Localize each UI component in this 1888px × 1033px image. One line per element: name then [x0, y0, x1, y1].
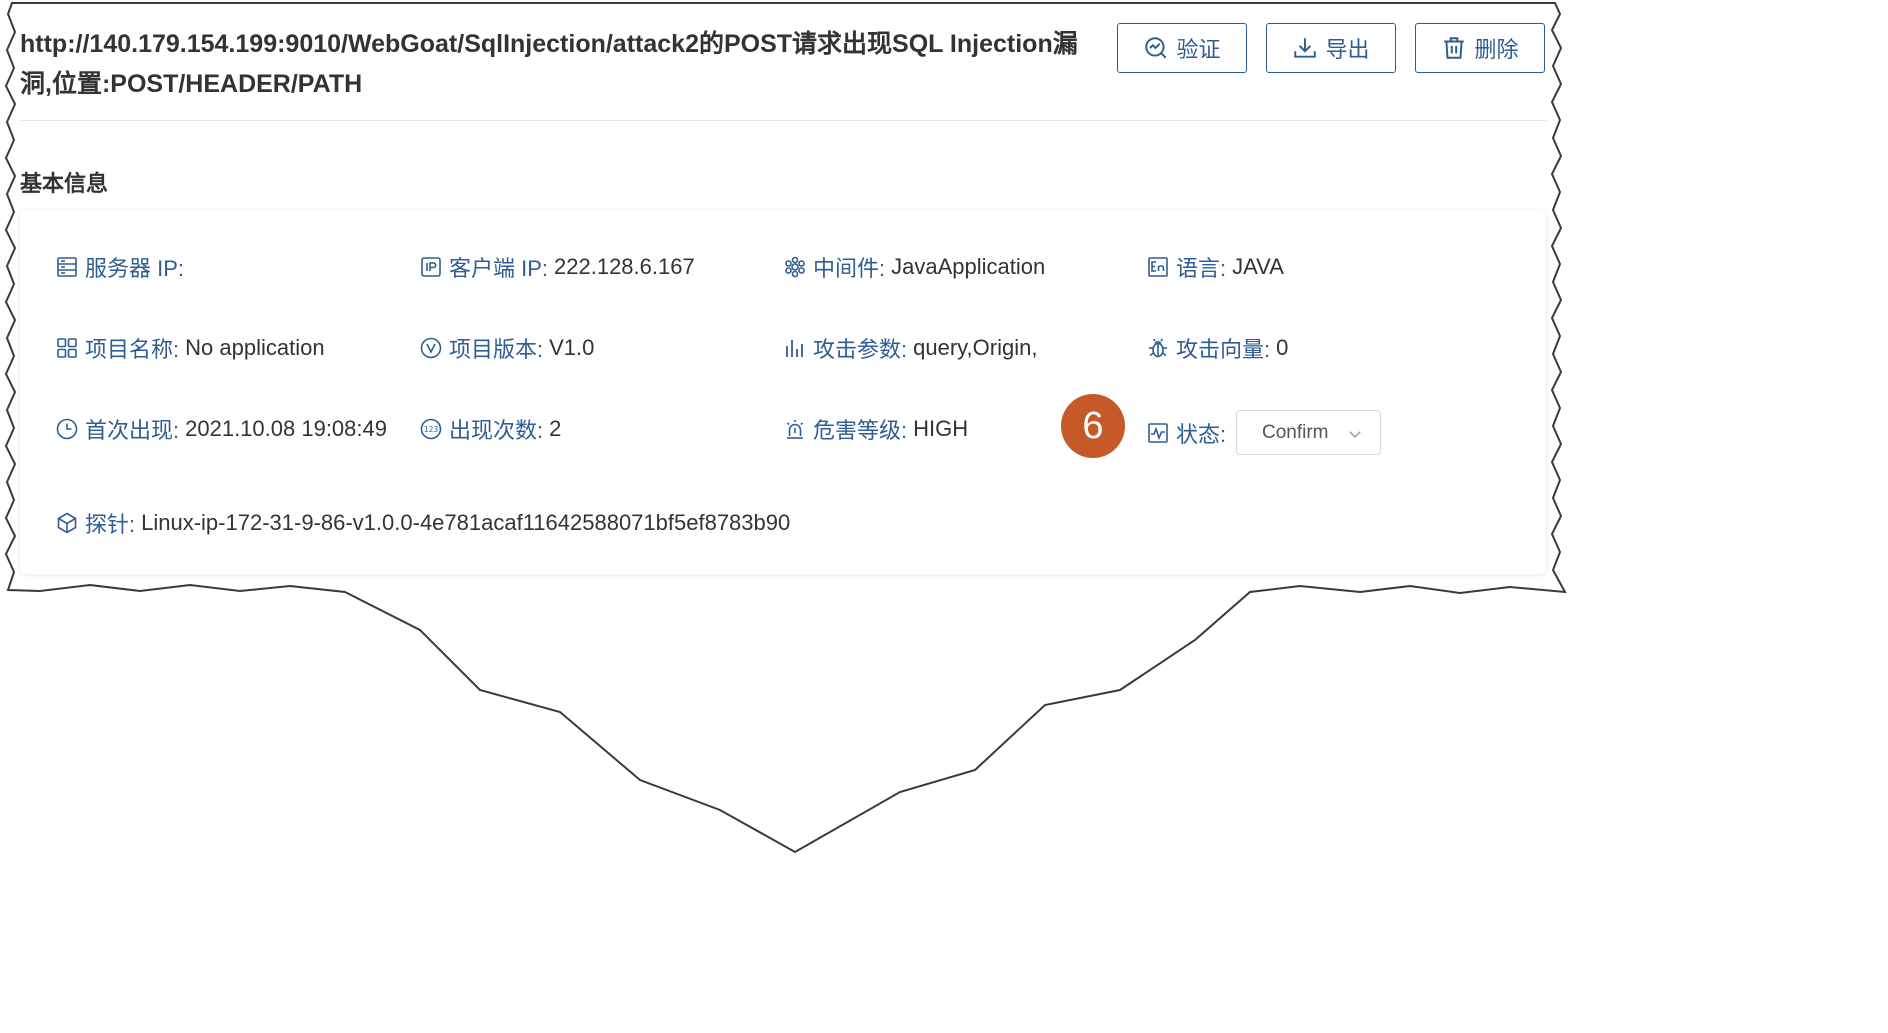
- clock-icon: [56, 418, 78, 440]
- language-label: 语言:: [1176, 256, 1227, 281]
- field-status: 状态:: [1146, 417, 1226, 449]
- bug-icon: [1149, 338, 1167, 358]
- download-icon: [1294, 38, 1317, 58]
- field-language: 语言: JAVA: [1146, 251, 1284, 283]
- server-ip-label: 服务器 IP:: [85, 256, 185, 281]
- vulnerability-title: http://140.179.154.199:9010/WebGoat/SqlI…: [20, 30, 1078, 98]
- attack-params-value: query,Origin,: [913, 335, 1038, 360]
- field-occurrences: 123 出现次数: 2: [419, 413, 561, 445]
- ip-icon: [421, 257, 441, 277]
- status-label: 状态:: [1176, 422, 1227, 447]
- client-ip-value: 222.128.6.167: [554, 254, 695, 279]
- severity-value: HIGH: [913, 416, 969, 441]
- delete-button[interactable]: 删除: [1415, 23, 1545, 73]
- middleware-icon: [785, 256, 805, 278]
- bar-chart-icon: [786, 340, 803, 357]
- field-probe: 探针: Linux-ip-172-31-9-86-v1.0.0-4e781aca…: [55, 507, 790, 539]
- delete-button-label: 删除: [1474, 37, 1519, 62]
- field-server-ip: 服务器 IP:: [55, 251, 190, 283]
- export-button[interactable]: 导出: [1266, 23, 1396, 73]
- probe-label: 探针:: [85, 512, 136, 537]
- probe-value: Linux-ip-172-31-9-86-v1.0.0-4e781acaf116…: [141, 510, 791, 535]
- project-version-label: 项目版本:: [449, 337, 544, 362]
- pulse-icon: [1148, 423, 1168, 443]
- field-middleware: 中间件: JavaApplication: [783, 251, 1045, 283]
- status-select-value: Confirm: [1262, 421, 1329, 443]
- project-name-label: 项目名称:: [85, 337, 180, 362]
- field-project-version: 项目版本: V1.0: [419, 332, 594, 364]
- callout-badge: 6: [1061, 394, 1125, 458]
- cube-icon: [57, 512, 77, 534]
- grid-icon: [57, 338, 77, 358]
- project-version-value: V1.0: [549, 335, 595, 360]
- occurrences-value: 2: [549, 416, 562, 441]
- section-title: 基本信息: [20, 171, 109, 196]
- severity-label: 危害等级:: [813, 418, 908, 443]
- project-name-value: No application: [185, 335, 325, 360]
- verify-button[interactable]: 验证: [1117, 23, 1247, 73]
- field-project-name: 项目名称: No application: [55, 332, 325, 364]
- attack-params-label: 攻击参数:: [813, 337, 908, 362]
- attack-vector-label: 攻击向量:: [1176, 337, 1271, 362]
- middleware-label: 中间件:: [813, 256, 886, 281]
- field-attack-vector: 攻击向量: 0: [1146, 332, 1288, 364]
- field-client-ip: 客户端 IP: 222.128.6.167: [419, 251, 695, 283]
- header-divider: [20, 120, 1547, 121]
- svg-text:123: 123: [424, 425, 439, 434]
- field-attack-params: 攻击参数: query,Origin,: [783, 332, 1037, 364]
- export-button-label: 导出: [1325, 37, 1370, 62]
- alarm-icon: [786, 420, 804, 439]
- server-icon: [57, 257, 77, 277]
- occurrences-label: 出现次数:: [449, 418, 544, 443]
- status-select[interactable]: Confirm: [1236, 410, 1381, 455]
- trash-icon: [1444, 37, 1465, 59]
- chevron-down-icon: [1349, 431, 1361, 439]
- field-severity: 危害等级: HIGH: [783, 413, 968, 445]
- middleware-value: JavaApplication: [891, 254, 1046, 279]
- language-icon: [1148, 257, 1168, 277]
- verify-icon: [1145, 37, 1167, 59]
- first-seen-label: 首次出现:: [85, 418, 180, 443]
- first-seen-value: 2021.10.08 19:08:49: [185, 416, 387, 441]
- verify-button-label: 验证: [1176, 37, 1221, 62]
- attack-vector-value: 0: [1276, 335, 1289, 360]
- field-first-seen: 首次出现: 2021.10.08 19:08:49: [55, 413, 387, 445]
- version-icon: [420, 337, 442, 359]
- language-value: JAVA: [1232, 254, 1284, 279]
- client-ip-label: 客户端 IP:: [449, 256, 549, 281]
- count-icon: 123: [420, 418, 442, 440]
